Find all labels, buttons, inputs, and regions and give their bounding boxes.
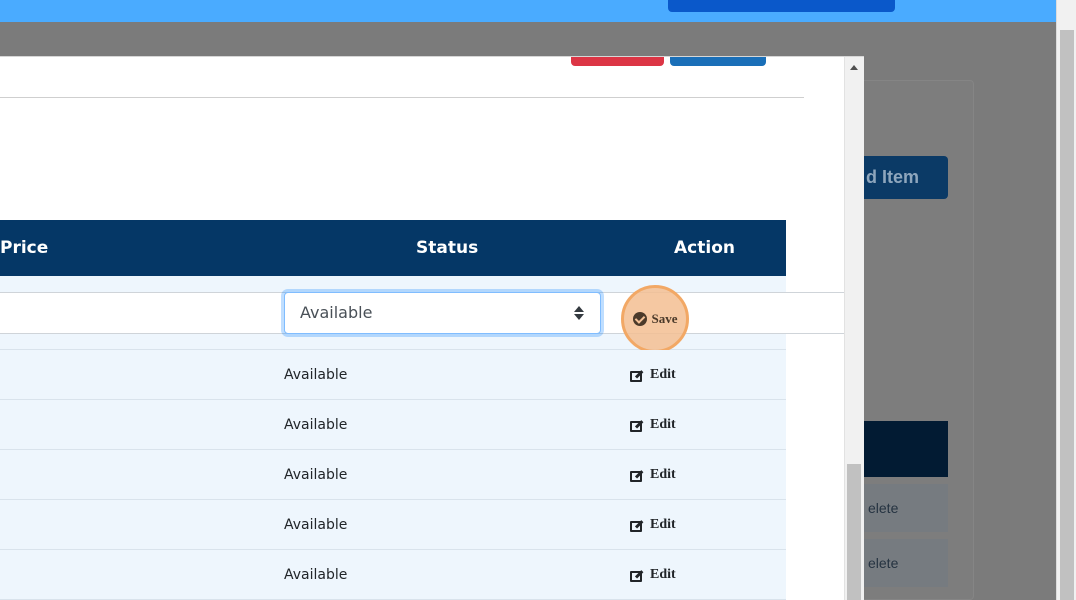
modal-divider [0, 97, 804, 98]
table-row-editing: Available Save [0, 276, 864, 353]
edit-label: Edit [650, 367, 676, 382]
header-status: Status [416, 238, 479, 258]
edit-icon [630, 568, 646, 582]
scroll-up-arrow-icon[interactable] [850, 65, 858, 70]
edit-icon [630, 468, 646, 482]
edit-label: Edit [650, 467, 676, 482]
row-status: Available [284, 517, 348, 533]
save-label: Save [651, 311, 678, 326]
edit-icon [630, 368, 646, 382]
row-status: Available [284, 367, 348, 383]
row-status: Available [284, 567, 348, 583]
page-scrollbar-thumb[interactable] [1060, 30, 1074, 600]
edit-button[interactable]: Edit [630, 550, 676, 600]
page-scrollbar[interactable] [1056, 0, 1076, 600]
table-row: Available Edit [0, 500, 786, 550]
edit-label: Edit [650, 417, 676, 432]
edit-button[interactable]: Edit [630, 350, 676, 400]
edit-icon [630, 518, 646, 532]
status-select[interactable]: Available [284, 292, 601, 334]
select-caret-icon [574, 306, 584, 320]
table-row: Available Edit [0, 550, 786, 600]
edit-button[interactable]: Edit [630, 450, 676, 500]
edit-modal: Price Status Action Available Save Avail… [0, 56, 864, 600]
header-price: Price [0, 238, 49, 258]
top-banner [0, 0, 1056, 22]
items-table: Price Status Action Available Save Avail… [0, 220, 864, 600]
edit-icon [630, 418, 646, 432]
status-select-value: Available [300, 303, 373, 322]
row-status: Available [284, 417, 348, 433]
edit-label: Edit [650, 517, 676, 532]
header-action: Action [674, 238, 735, 258]
table-row: Available Edit [0, 400, 786, 450]
top-banner-button[interactable] [668, 0, 895, 12]
table-header: Price Status Action [0, 220, 786, 276]
modal-scrollbar[interactable] [844, 57, 864, 600]
edit-button[interactable]: Edit [630, 400, 676, 450]
modal-primary-button[interactable] [670, 57, 766, 66]
modal-scrollbar-thumb[interactable] [847, 464, 861, 600]
table-row: Available Edit [0, 450, 786, 500]
edit-button[interactable]: Edit [630, 500, 676, 550]
table-row: Available Edit [0, 350, 786, 400]
edit-label: Edit [650, 567, 676, 582]
modal-danger-button[interactable] [571, 57, 664, 66]
row-status: Available [284, 467, 348, 483]
check-circle-icon [632, 312, 647, 326]
save-button[interactable]: Save [621, 285, 689, 353]
